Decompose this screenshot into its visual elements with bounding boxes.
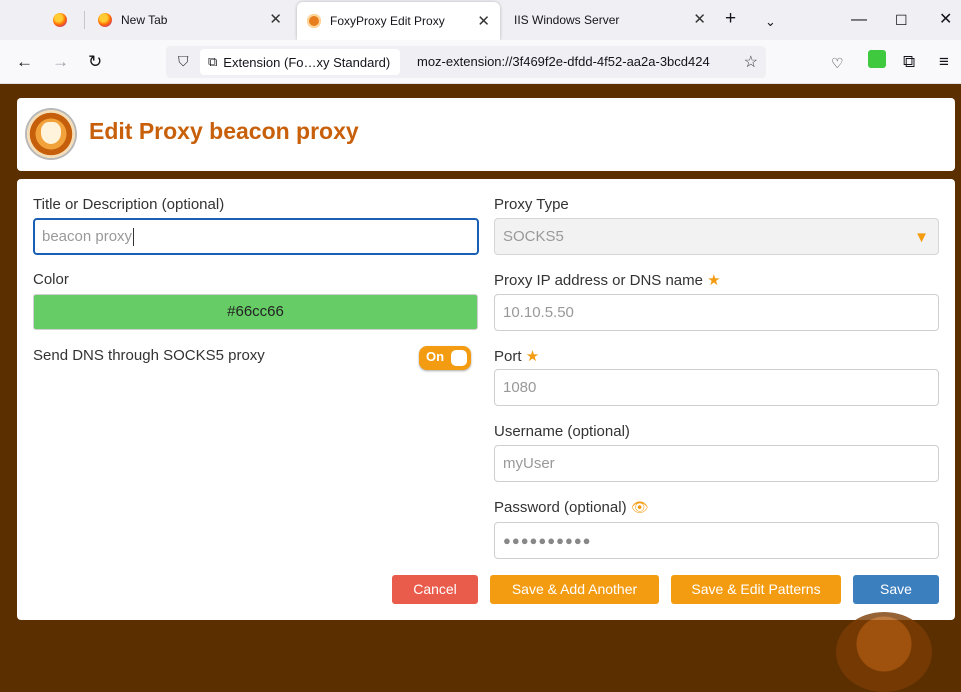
bookmark-star-icon[interactable]: ☆ — [744, 52, 758, 72]
foxyproxy-watermark-logo — [836, 612, 932, 692]
toggle-label: On — [426, 349, 445, 364]
foxyproxy-toolbar-icon[interactable] — [868, 50, 886, 68]
header-card: Edit Proxy beacon proxy — [17, 98, 955, 171]
proxy-type-label: Proxy Type — [494, 196, 569, 213]
url-text[interactable]: moz-extension://3f469f2e-dfdd-4f52-aa2a-… — [417, 54, 735, 69]
tab-label: IIS Windows Server — [514, 13, 620, 27]
toggle-knob — [451, 350, 467, 366]
firefox-icon — [98, 13, 112, 27]
foxyproxy-icon — [307, 14, 321, 28]
back-icon[interactable]: ← — [16, 52, 33, 72]
close-tab-icon[interactable]: ✕ — [269, 12, 282, 27]
tab-label: New Tab — [121, 13, 168, 27]
cancel-button[interactable]: Cancel — [392, 575, 478, 604]
close-tab-icon[interactable]: ✕ — [693, 12, 706, 27]
tab-new-tab[interactable]: New Tab ✕ — [92, 0, 292, 40]
tracking-protection-icon[interactable]: ⛉ — [178, 53, 189, 70]
nav-bar: ← → ↻ ⛉ ⧉ Extension (Fo…xy Standard) moz… — [0, 40, 961, 84]
pocket-icon[interactable]: ♡ — [831, 53, 844, 73]
close-tab-icon[interactable]: ✕ — [477, 14, 490, 29]
extension-icon: ⧉ — [208, 54, 218, 69]
tab-iis[interactable]: IIS Windows Server ✕ — [506, 0, 716, 40]
save-button[interactable]: Save — [853, 575, 939, 604]
proxy-form: Title or Description (optional) beacon p… — [17, 179, 955, 620]
port-input[interactable]: 1080 — [494, 369, 939, 406]
firefox-icon — [53, 13, 67, 27]
dropdown-arrow-icon: ▼ — [914, 229, 929, 246]
password-input[interactable]: ●●●●●●●●●● — [494, 522, 939, 559]
window-close-icon[interactable]: ✕ — [939, 10, 952, 30]
show-password-eye-icon[interactable]: 👁 — [631, 499, 649, 515]
title-label: Title or Description (optional) — [33, 196, 225, 213]
color-input[interactable]: #66cc66 — [33, 294, 478, 330]
forward-icon[interactable]: → — [52, 52, 69, 72]
proxy-ip-label: Proxy IP address or DNS name ★ — [494, 272, 721, 289]
minimize-icon[interactable]: — — [851, 10, 867, 30]
tab-label: FoxyProxy Edit Proxy — [330, 14, 445, 28]
page-title: Edit Proxy beacon proxy — [89, 118, 359, 144]
extensions-icon[interactable]: ⧉ — [903, 52, 915, 72]
title-input[interactable]: beacon proxy — [33, 218, 479, 255]
site-identity[interactable]: ⧉ Extension (Fo…xy Standard) — [200, 49, 401, 75]
tab-firefox[interactable] — [36, 0, 84, 40]
tab-bar: New Tab ✕ FoxyProxy Edit Proxy ✕ IIS Win… — [0, 0, 961, 40]
proxy-type-select[interactable]: SOCKS5 ▼ — [494, 218, 939, 255]
required-star-icon: ★ — [707, 272, 721, 289]
reload-icon[interactable]: ↻ — [88, 52, 102, 72]
menu-icon[interactable]: ≡ — [939, 52, 949, 72]
save-edit-patterns-button[interactable]: Save & Edit Patterns — [671, 575, 841, 604]
color-label: Color — [33, 271, 69, 288]
password-label: Password (optional) 👁 — [494, 499, 649, 516]
username-label: Username (optional) — [494, 423, 630, 440]
url-bar[interactable]: ⛉ ⧉ Extension (Fo…xy Standard) moz-exten… — [166, 46, 766, 78]
dns-label: Send DNS through SOCKS5 proxy — [33, 347, 265, 364]
username-input[interactable]: myUser — [494, 445, 939, 482]
tab-foxyproxy[interactable]: FoxyProxy Edit Proxy ✕ — [297, 2, 500, 40]
foxyproxy-logo — [27, 110, 75, 158]
identity-label: Extension (Fo…xy Standard) — [223, 54, 391, 70]
dns-toggle[interactable]: On — [419, 346, 471, 370]
new-tab-icon[interactable]: + — [725, 9, 736, 29]
list-tabs-icon[interactable]: ⌄ — [765, 12, 776, 32]
maximize-icon[interactable]: ☐ — [895, 10, 908, 30]
port-label: Port ★ — [494, 348, 540, 365]
proxy-ip-input[interactable]: 10.10.5.50 — [494, 294, 939, 331]
save-add-another-button[interactable]: Save & Add Another — [490, 575, 659, 604]
required-star-icon: ★ — [525, 348, 540, 365]
